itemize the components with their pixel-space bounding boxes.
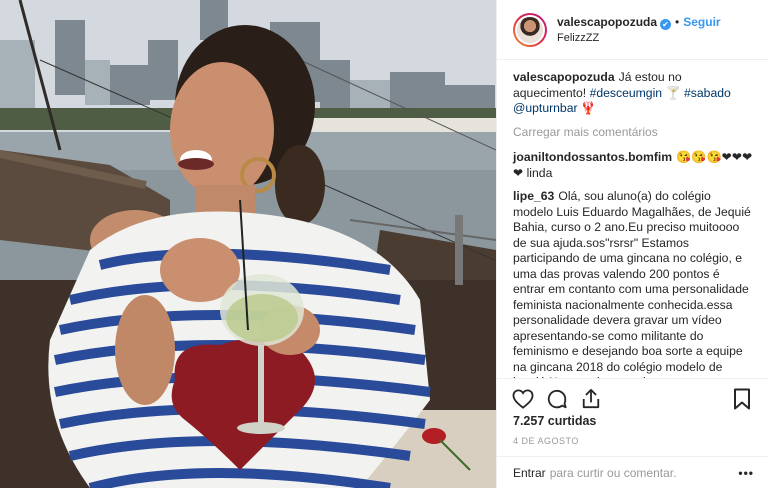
post-photo[interactable]	[0, 0, 496, 488]
share-icon	[582, 388, 600, 408]
more-options-icon[interactable]: •••	[738, 466, 754, 480]
photo-illustration	[0, 0, 496, 488]
post-date[interactable]: 4 DE AGOSTO	[513, 436, 579, 446]
hashtag-desceumgin[interactable]: #desceumgin	[590, 86, 663, 100]
author-username[interactable]: valescapopozuda	[557, 15, 657, 29]
caption: valescapopozuda Já estou no aquecimento! …	[513, 70, 754, 117]
instagram-post: valescapopozuda ✔ • Seguir FelizzZZ valesca…	[0, 0, 768, 488]
login-prompt: Entrar para curtir ou comentar. •••	[497, 456, 768, 488]
caption-emoji-cocktail: 🍸	[662, 85, 685, 100]
save-button[interactable]	[728, 385, 756, 413]
location-link[interactable]: FelizzZZ	[557, 30, 721, 46]
mention-upturnbar[interactable]: @upturnbar	[513, 101, 578, 115]
separator-dot: •	[675, 14, 680, 29]
comment-icon	[547, 389, 567, 408]
comment-username[interactable]: joaniltondossantos.bomfim	[513, 150, 672, 164]
comment-button[interactable]	[543, 385, 571, 413]
action-bar	[497, 378, 768, 418]
comment-item: joaniltondossantos.bomfim 😘😘😘❤❤❤ ❤ linda	[513, 150, 754, 181]
avatar-image	[515, 14, 545, 45]
heart-icon	[512, 388, 534, 409]
comment-username[interactable]: lipe_63	[513, 189, 554, 203]
post-sidebar: valescapopozuda ✔ • Seguir FelizzZZ valesca…	[496, 0, 768, 488]
likes-count[interactable]: 7.257 curtidas	[513, 414, 596, 428]
avatar[interactable]	[513, 12, 547, 47]
follow-button[interactable]: Seguir	[683, 15, 720, 29]
verified-badge-icon: ✔	[660, 18, 672, 30]
comments-section: valescapopozuda Já estou no aquecimento! …	[497, 60, 768, 378]
bookmark-icon	[734, 388, 750, 409]
comment-item: lipe_63 Olá, sou aluno(a) do colégio mode…	[513, 189, 754, 378]
caption-username[interactable]: valescapopozuda	[513, 70, 615, 84]
comment-text: Olá, sou aluno(a) do colégio modelo Luis…	[513, 189, 751, 378]
post-header: valescapopozuda ✔ • Seguir FelizzZZ	[497, 0, 768, 60]
like-button[interactable]	[509, 385, 537, 413]
login-prompt-text: para curtir ou comentar.	[549, 465, 677, 480]
load-more-comments-button[interactable]: Carregar mais comentários	[513, 125, 754, 141]
hashtag-sabado[interactable]: #sabado	[684, 86, 731, 100]
login-link[interactable]: Entrar	[513, 466, 546, 480]
share-button[interactable]	[577, 385, 605, 413]
caption-emoji-lobster: 🦞	[577, 101, 597, 115]
header-text: valescapopozuda ✔ • Seguir FelizzZZ	[557, 14, 721, 46]
